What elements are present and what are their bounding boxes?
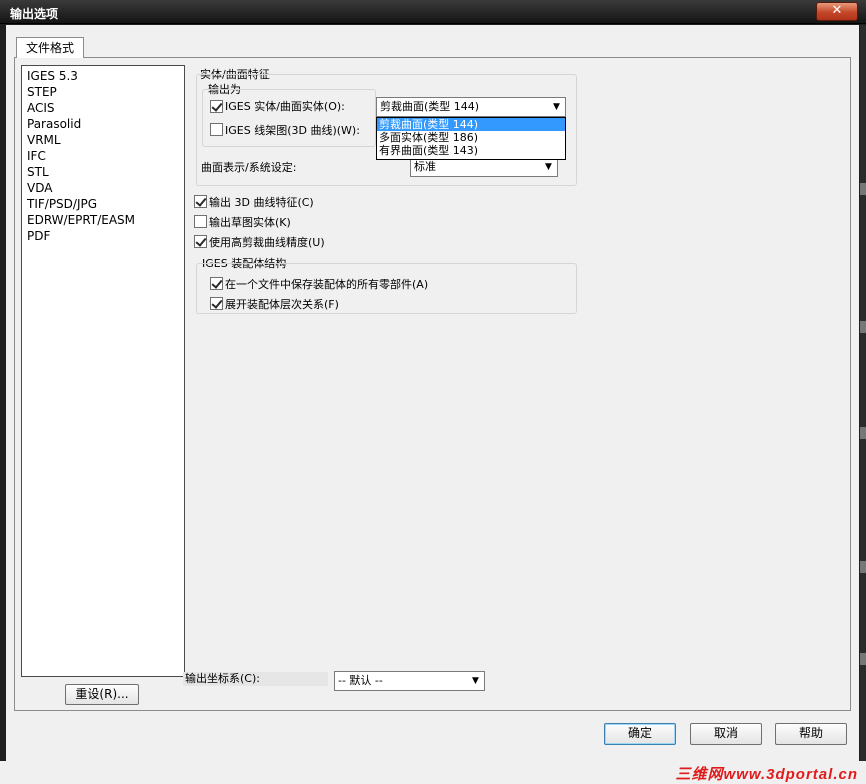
iges-wireframe-checkbox[interactable] (210, 123, 223, 136)
surface-representation-value: 标准 (414, 160, 436, 173)
high-trim-precision-label: 使用高剪裁曲线精度(U) (209, 236, 325, 249)
coordinate-system-select[interactable]: -- 默认 -- ▼ (334, 671, 485, 691)
output-as-group (202, 89, 376, 147)
iges-solid-value: 剪裁曲面(类型 144) (380, 100, 480, 113)
list-item[interactable]: VDA (27, 180, 52, 196)
ok-button[interactable]: 确定 (604, 723, 676, 745)
coordinate-system-value: -- 默认 -- (338, 674, 383, 687)
title-bar: 输出选项 ✕ (0, 0, 866, 24)
background-window-strip (860, 25, 866, 761)
flatten-hierarchy-checkbox[interactable] (210, 297, 223, 310)
bottom-bar: 三维网www.3dportal.cn (0, 761, 866, 784)
list-item[interactable]: VRML (27, 132, 61, 148)
dialog-body: 文件格式 IGES 5.3 STEP ACIS Parasolid VRML I… (6, 25, 859, 761)
save-all-components-label: 在一个文件中保存装配体的所有零部件(A) (225, 278, 429, 291)
reset-button[interactable]: 重设(R)... (65, 684, 139, 705)
format-list[interactable]: IGES 5.3 STEP ACIS Parasolid VRML IFC ST… (21, 65, 185, 677)
watermark-text: 三维网www.3dportal.cn (675, 766, 858, 783)
dropdown-option[interactable]: 剪裁曲面(类型 144) (377, 118, 565, 131)
iges-wireframe-label: IGES 线架图(3D 曲线)(W): (225, 124, 360, 137)
tab-file-format[interactable]: 文件格式 (16, 37, 84, 58)
flatten-hierarchy-label: 展开装配体层次关系(F) (225, 298, 339, 311)
cancel-button[interactable]: 取消 (690, 723, 762, 745)
list-item[interactable]: ACIS (27, 100, 55, 116)
iges-solid-select[interactable]: 剪裁曲面(类型 144) ▼ (376, 97, 566, 117)
chevron-down-icon: ▼ (545, 162, 552, 172)
high-trim-precision-checkbox[interactable] (194, 235, 207, 248)
export-options-dialog: 输出选项 ✕ 文件格式 IGES 5.3 STEP ACIS Parasolid… (0, 0, 866, 784)
export-sketch-label: 输出草图实体(K) (209, 216, 291, 229)
save-all-components-checkbox[interactable] (210, 277, 223, 290)
iges-solid-checkbox[interactable] (210, 100, 223, 113)
list-item[interactable]: TIF/PSD/JPG (27, 196, 97, 212)
export-sketch-checkbox[interactable] (194, 215, 207, 228)
list-item[interactable]: EDRW/EPRT/EASM (27, 212, 135, 228)
dropdown-option[interactable]: 多面实体(类型 186) (377, 131, 565, 144)
iges-solid-label: IGES 实体/曲面实体(O): (225, 100, 345, 113)
list-item[interactable]: IGES 5.3 (27, 68, 78, 84)
coordinate-system-label: 输出坐标系(C): (185, 672, 260, 685)
help-button[interactable]: 帮助 (775, 723, 847, 745)
chevron-down-icon: ▼ (472, 676, 479, 686)
list-item[interactable]: STEP (27, 84, 57, 100)
list-item[interactable]: Parasolid (27, 116, 81, 132)
list-item[interactable]: PDF (27, 228, 50, 244)
window-title: 输出选项 (10, 7, 59, 21)
close-button[interactable]: ✕ (816, 2, 858, 21)
list-item[interactable]: IFC (27, 148, 46, 164)
surface-representation-label: 曲面表示/系统设定: (201, 161, 297, 174)
dropdown-option[interactable]: 有界曲面(类型 143) (377, 144, 565, 157)
close-icon: ✕ (831, 3, 843, 18)
chevron-down-icon: ▼ (553, 102, 560, 112)
export-3d-curves-label: 输出 3D 曲线特征(C) (209, 196, 314, 209)
export-3d-curves-checkbox[interactable] (194, 195, 207, 208)
surface-representation-select[interactable]: 标准 ▼ (410, 157, 558, 177)
list-item[interactable]: STL (27, 164, 49, 180)
iges-solid-dropdown-list[interactable]: 剪裁曲面(类型 144) 多面实体(类型 186) 有界曲面(类型 143) (376, 117, 566, 160)
